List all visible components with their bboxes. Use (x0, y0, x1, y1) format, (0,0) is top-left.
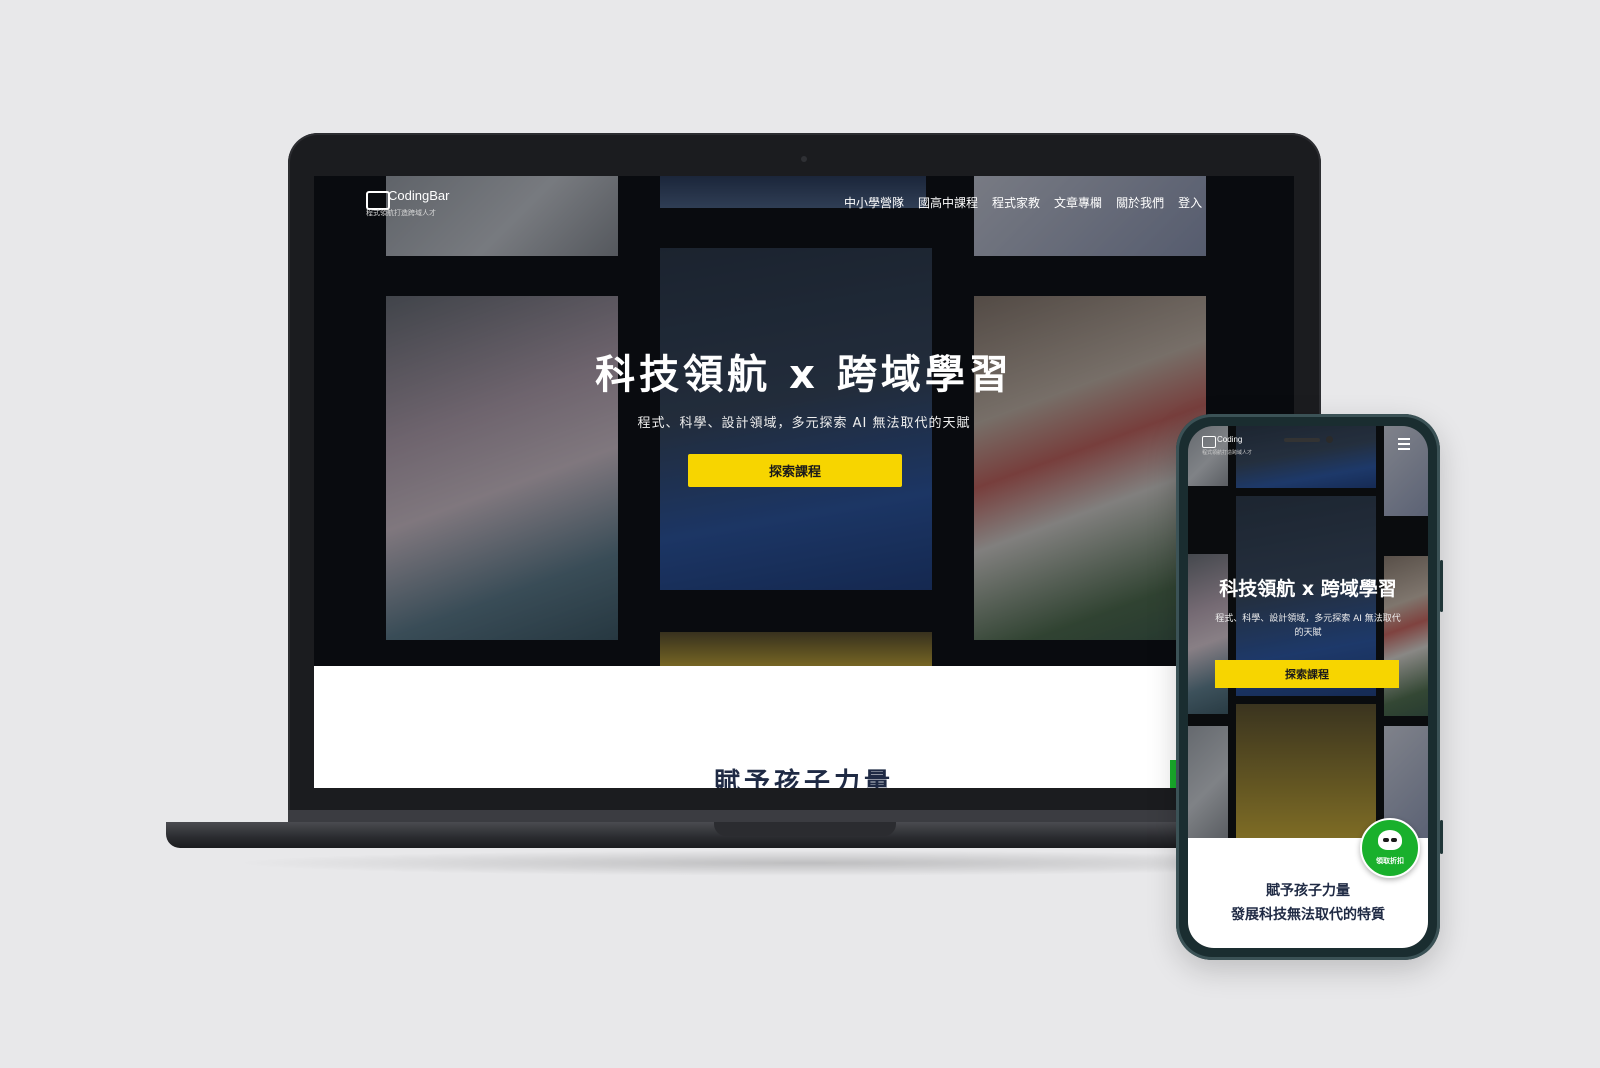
m-section-heading-line1: 賦予孩子力量 (1266, 883, 1350, 899)
nav-item-login[interactable]: 登入 (1178, 194, 1202, 211)
discount-badge-label: 領取折扣 (1376, 857, 1404, 865)
logo-text[interactable]: CodingBar (388, 188, 449, 203)
nav-item-courses[interactable]: 國高中課程 (918, 194, 978, 211)
m-section-heading-line2: 發展科技無法取代的特質 (1231, 907, 1385, 923)
m-hero-subtitle-line2: 的天賦 (1294, 628, 1322, 638)
m-hero-subtitle: 程式、科學、設計領域，多元探索 AI 無法取代 的天賦 (1198, 612, 1418, 640)
phone-side-button-lower (1440, 820, 1443, 854)
phone-screen: Coding 程式領航打造跨域人才 科技領航 x 跨域學習 程式、科學、設計領域… (1188, 426, 1428, 948)
laptop-camera (801, 156, 807, 162)
phone-speaker (1284, 438, 1320, 442)
hamburger-menu-icon[interactable] (1398, 438, 1410, 453)
main-nav: 中小學營隊 國高中課程 程式家教 文章專欄 關於我們 登入 (844, 194, 1202, 211)
nav-item-articles[interactable]: 文章專欄 (1054, 194, 1102, 211)
nav-item-camps[interactable]: 中小學營隊 (844, 194, 904, 211)
nav-item-about[interactable]: 關於我們 (1116, 194, 1164, 211)
logo-tagline: 程式領航打造跨域人才 (366, 209, 436, 217)
m-logo-text[interactable]: Coding (1217, 435, 1242, 444)
phone-camera (1326, 436, 1333, 443)
section-heading: 賦予孩子力量 (713, 768, 894, 788)
m-hero-title: 科技領航 x 跨域學習 (1219, 578, 1397, 600)
mascot-icon (1378, 830, 1402, 850)
discount-badge-button[interactable]: 領取折扣 (1360, 818, 1420, 878)
explore-courses-button[interactable]: 探索課程 (688, 454, 902, 487)
m-logo-tagline: 程式領航打造跨域人才 (1202, 450, 1253, 456)
mascot-eye-right (1391, 838, 1397, 842)
mascot-eye-left (1383, 838, 1389, 842)
nav-item-tutoring[interactable]: 程式家教 (992, 194, 1040, 211)
phone-side-button (1440, 560, 1443, 612)
hero-subtitle: 程式、科學、設計領域，多元探索 AI 無法取代的天賦 (637, 416, 971, 431)
laptop-notch (714, 822, 896, 836)
m-explore-courses-button[interactable]: 探索課程 (1215, 660, 1399, 688)
laptop-screen: CodingBar 程式領航打造跨域人才 中小學營隊 國高中課程 程式家教 文章… (314, 176, 1294, 788)
m-logo-icon[interactable] (1202, 436, 1216, 448)
m-hero-subtitle-line1: 程式、科學、設計領域，多元探索 AI 無法取代 (1215, 614, 1401, 624)
hero-title: 科技領航 x 跨域學習 (595, 352, 1013, 398)
